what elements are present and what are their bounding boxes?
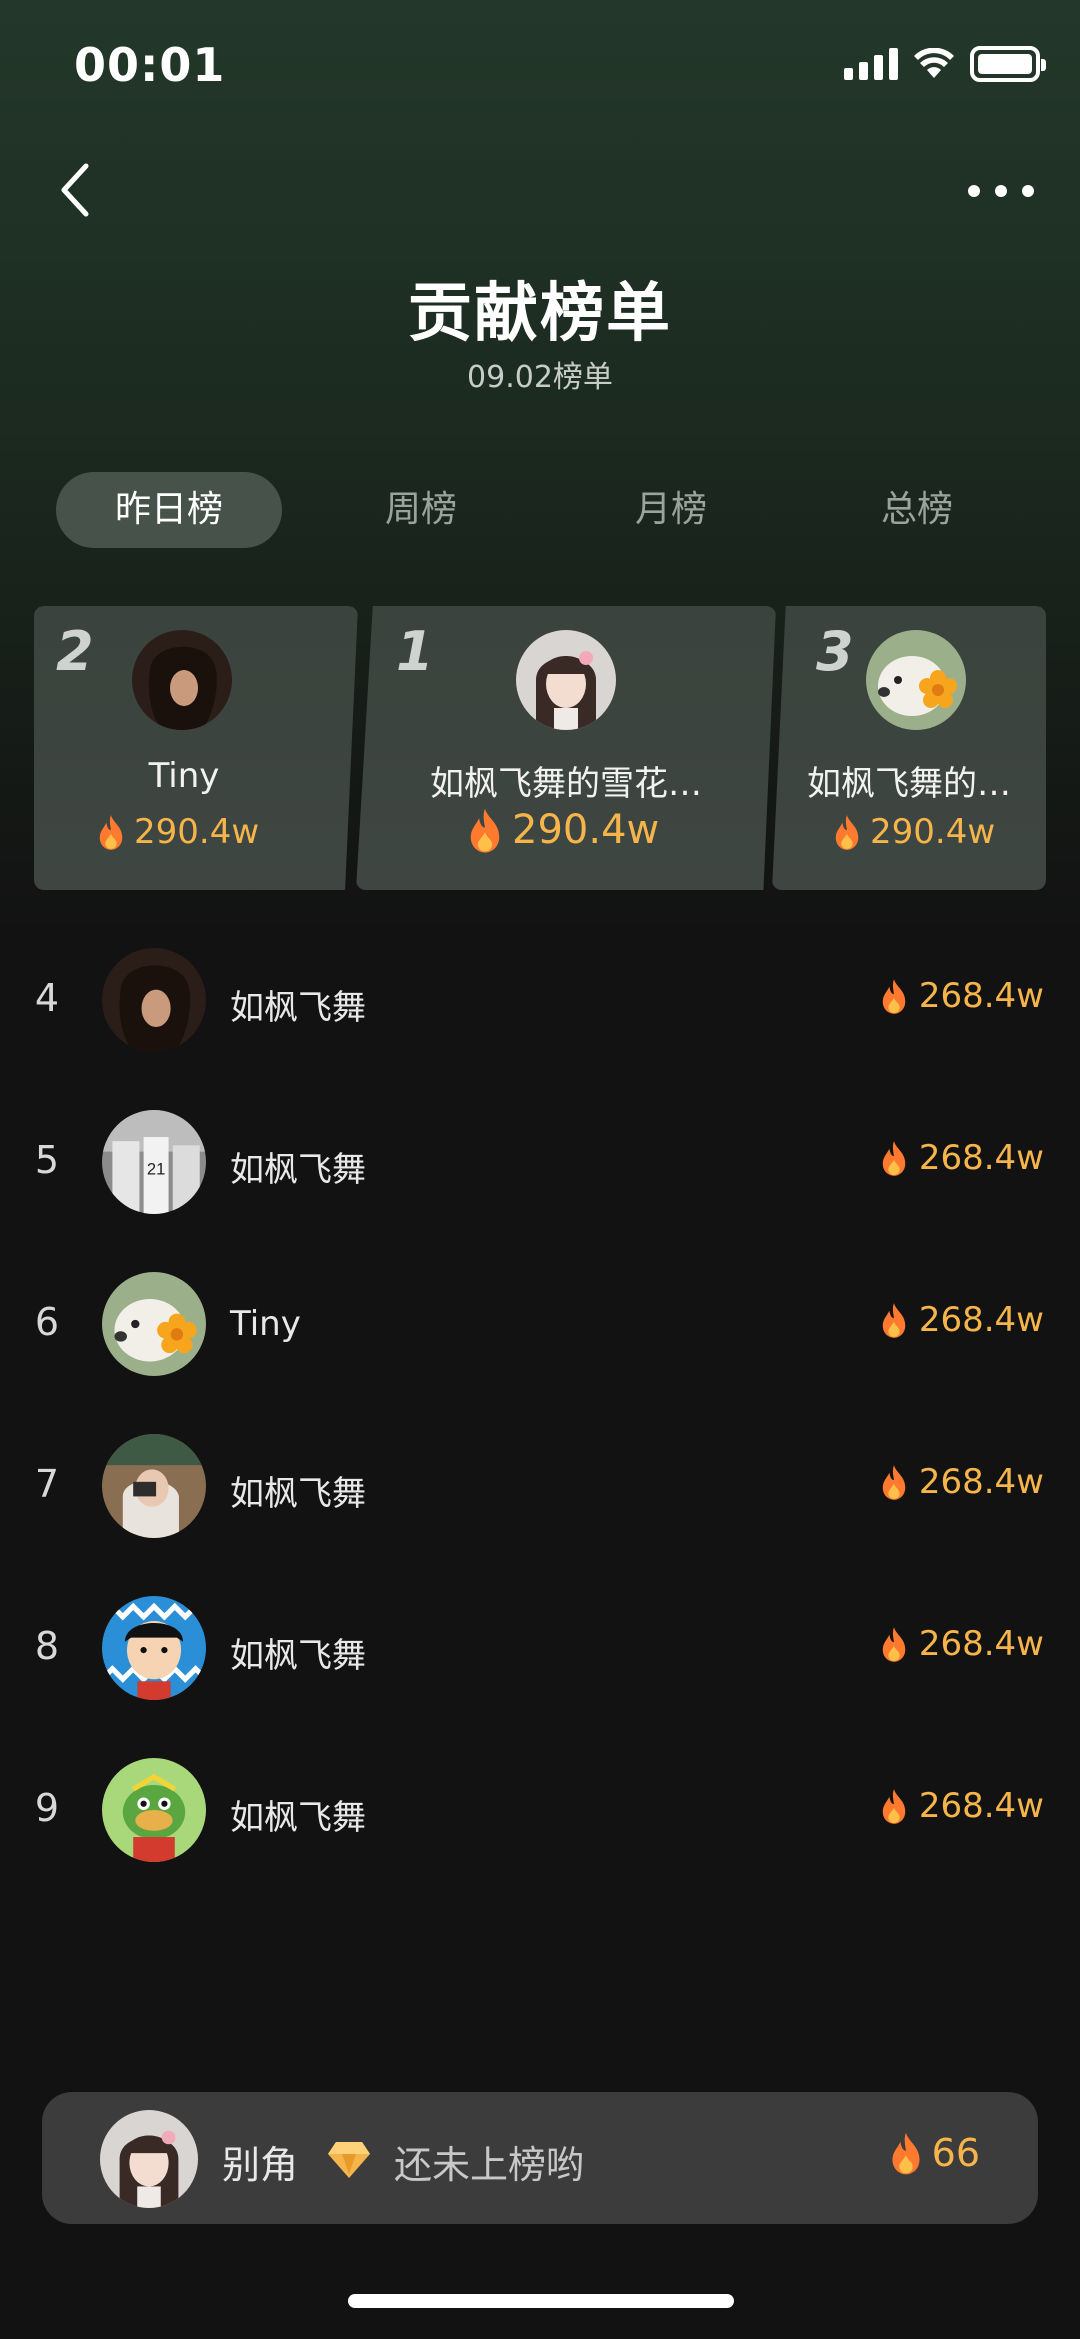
user-name: 如枫飞舞的雪花… [430, 764, 702, 804]
avatar [102, 1110, 206, 1214]
home-indicator[interactable] [348, 2294, 734, 2308]
score-value: 268.4w [918, 1462, 1044, 1502]
page-title: 贡献榜单 [408, 277, 672, 351]
list-item[interactable]: 8 如枫飞舞 268.4w [0, 1594, 1080, 1704]
flame-icon [832, 813, 862, 851]
flame-icon [466, 806, 504, 854]
flame-icon [888, 2130, 924, 2176]
user-name: 如枫飞舞 [230, 988, 366, 1028]
avatar [100, 2110, 198, 2208]
score-value: 268.4w [918, 1624, 1044, 1664]
list-item[interactable]: 4 如枫飞舞 268.4w [0, 946, 1080, 1056]
battery-icon [970, 46, 1046, 82]
rank-number: 4 [34, 976, 60, 1020]
my-rank-bar[interactable]: 别角 还未上榜哟 66 [42, 2092, 1038, 2224]
tab-monthly[interactable]: 月榜 [606, 472, 736, 548]
avatar [516, 630, 616, 730]
diamond-icon [328, 2142, 370, 2178]
flame-icon [879, 1787, 909, 1825]
tab-total[interactable]: 总榜 [852, 472, 982, 548]
flame-icon [879, 1301, 909, 1339]
rank-number: 9 [34, 1786, 60, 1830]
podium-card-third[interactable]: 3 如枫飞舞的… 290.4w [772, 606, 1046, 890]
score: 268.4w [879, 1462, 1044, 1502]
rank-number: 6 [34, 1300, 60, 1344]
user-name: 如枫飞舞 [230, 1150, 366, 1190]
flame-icon [96, 813, 126, 851]
avatar [102, 948, 206, 1052]
user-name: 如枫飞舞的… [807, 764, 1011, 804]
score: 290.4w [96, 812, 259, 852]
score: 290.4w [466, 806, 659, 854]
signal-icon [844, 48, 898, 80]
user-name: Tiny [230, 1304, 301, 1344]
more-options-button[interactable] [968, 176, 1034, 206]
score-value: 290.4w [870, 812, 996, 852]
score: 66 [888, 2130, 980, 2176]
tab-bar: 昨日榜 周榜 月榜 总榜 [56, 472, 1056, 548]
flame-icon [879, 1139, 909, 1177]
rank-status: 还未上榜哟 [394, 2143, 585, 2187]
status-time: 00:01 [74, 38, 226, 92]
flame-icon [879, 1625, 909, 1663]
user-name: 别角 [222, 2143, 299, 2187]
back-button[interactable] [56, 160, 96, 220]
avatar [102, 1272, 206, 1376]
score: 268.4w [879, 1300, 1044, 1340]
podium-card-first[interactable]: 1 如枫飞舞的雪花… 290.4w [356, 606, 776, 890]
avatar [132, 630, 232, 730]
avatar [102, 1434, 206, 1538]
score-value: 268.4w [918, 976, 1044, 1016]
score-value: 290.4w [512, 807, 660, 853]
list-item[interactable]: 6 Tiny 268.4w [0, 1270, 1080, 1380]
avatar [102, 1596, 206, 1700]
chevron-left-icon [61, 163, 89, 217]
score-value: 268.4w [918, 1300, 1044, 1340]
rank-number: 3 [816, 620, 854, 683]
rank-number: 2 [56, 620, 94, 683]
score-value: 290.4w [134, 812, 260, 852]
status-icons [844, 46, 1046, 82]
avatar [866, 630, 966, 730]
user-name: 如枫飞舞 [230, 1798, 366, 1838]
score: 268.4w [879, 1138, 1044, 1178]
page-subtitle: 09.02榜单 [467, 360, 613, 395]
list-item[interactable]: 9 如枫飞舞 268.4w [0, 1756, 1080, 1866]
flame-icon [879, 977, 909, 1015]
user-name: 如枫飞舞 [230, 1474, 366, 1514]
tab-weekly[interactable]: 周榜 [356, 472, 486, 548]
score-value: 268.4w [918, 1786, 1044, 1826]
tab-yesterday[interactable]: 昨日榜 [56, 472, 282, 548]
user-name: Tiny [148, 756, 220, 796]
rank-number: 7 [34, 1462, 60, 1506]
avatar [102, 1758, 206, 1862]
dot-icon [995, 185, 1007, 197]
score-value: 268.4w [918, 1138, 1044, 1178]
rank-number: 8 [34, 1624, 60, 1668]
score: 268.4w [879, 1786, 1044, 1826]
flame-icon [879, 1463, 909, 1501]
list-item[interactable]: 7 如枫飞舞 268.4w [0, 1432, 1080, 1542]
rank-number: 1 [396, 620, 434, 683]
top-three-podium: 2 Tiny 290.4w 1 如枫飞舞的雪花… 290.4w 3 如枫飞舞的…… [0, 606, 1080, 892]
score: 290.4w [832, 812, 995, 852]
list-item[interactable]: 5 如枫飞舞 268.4w [0, 1108, 1080, 1218]
score-value: 66 [931, 2131, 980, 2175]
rank-number: 5 [34, 1138, 60, 1182]
wifi-icon [914, 48, 954, 78]
score: 268.4w [879, 1624, 1044, 1664]
podium-card-second[interactable]: 2 Tiny 290.4w [34, 606, 358, 890]
status-bar: 00:01 [0, 0, 1080, 140]
user-name: 如枫飞舞 [230, 1636, 366, 1676]
score: 268.4w [879, 976, 1044, 1016]
dot-icon [968, 185, 980, 197]
dot-icon [1022, 185, 1034, 197]
